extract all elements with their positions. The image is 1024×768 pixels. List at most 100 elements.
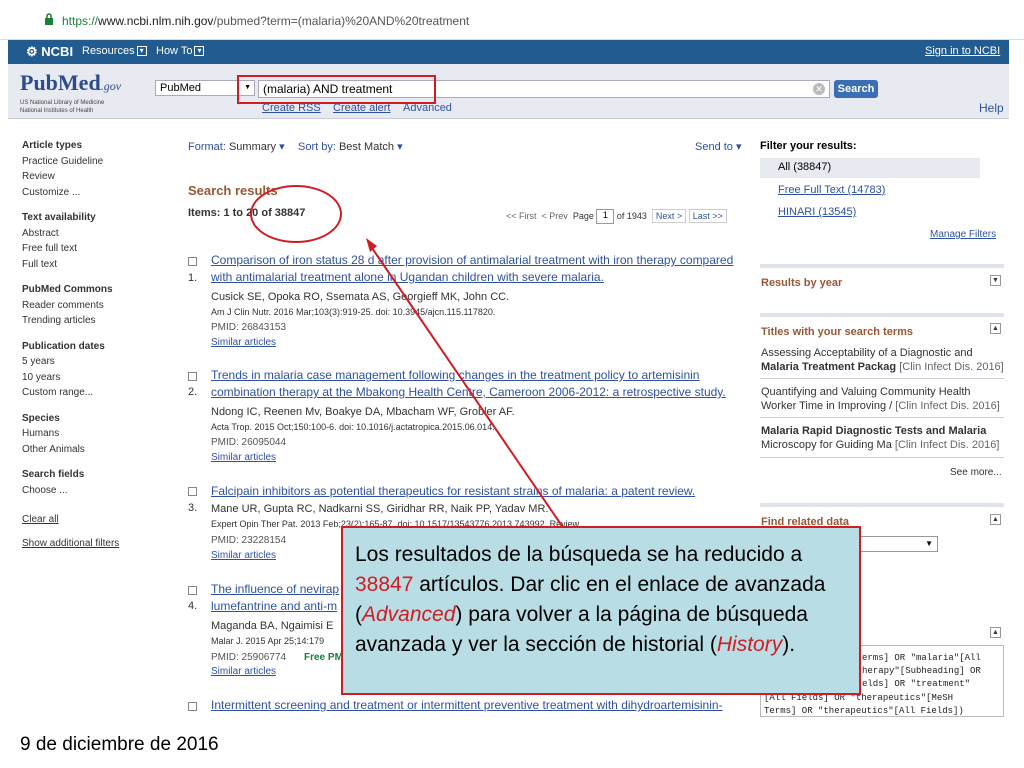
result-checkbox[interactable] [188, 586, 197, 595]
custom-range-link[interactable]: Custom range... [22, 385, 162, 401]
pubmed-logo[interactable]: PubMed.gov [20, 70, 121, 96]
result-checkbox[interactable] [188, 487, 197, 496]
result-citation: Malar J. 2015 Apr 25;14:179 [211, 636, 325, 646]
result-number: 2. [188, 386, 198, 398]
caret-icon: ▾ [397, 141, 403, 153]
titles-heading: Titles with your search terms [761, 326, 914, 338]
filter-full-text[interactable]: Full text [22, 257, 162, 273]
pager-prev[interactable]: < Prev [542, 211, 568, 221]
result-title-link[interactable]: The influence of nevirap lumefantrine and… [211, 581, 341, 615]
similar-articles-link[interactable]: Similar articles [211, 666, 276, 677]
url-text[interactable]: https://www.ncbi.nlm.nih.gov/pubmed?term… [62, 14, 469, 28]
title-with-term-3[interactable]: Malaria Rapid Diagnostic Tests and Malar… [761, 424, 1006, 452]
result-number: 4. [188, 600, 198, 612]
pubmed-commons-heading: PubMed Commons [22, 284, 113, 295]
filter-all[interactable]: All (38847) [760, 158, 980, 178]
caret-icon: ▾ [735, 141, 742, 153]
pager-last[interactable]: Last >> [688, 208, 727, 223]
pager: << First < Prev Page 1 of 1943 Next > La… [506, 208, 727, 224]
show-filters-link[interactable]: Show additional filters [22, 536, 162, 552]
howto-menu[interactable]: How To ▾ [156, 45, 205, 57]
expand-icon[interactable]: ▼ [990, 275, 1001, 286]
sign-in-link[interactable]: Sign in to NCBI [925, 45, 1000, 57]
manage-filters-link[interactable]: Manage Filters [930, 229, 996, 240]
database-dropdown[interactable]: ▼ [858, 536, 938, 552]
species-heading: Species [22, 412, 60, 424]
browser-url-bar: https://www.ncbi.nlm.nih.gov/pubmed?term… [0, 0, 1024, 40]
result-number: 3. [188, 502, 198, 514]
result-title-link[interactable]: Comparison of iron status 28 d after pro… [211, 252, 751, 286]
filter-humans[interactable]: Humans [22, 426, 162, 442]
format-menu[interactable]: Format: Summary ▾ [188, 140, 285, 153]
result-checkbox[interactable] [188, 257, 197, 266]
search-details-line: Terms] OR "therapeutics"[All Fields]) [764, 706, 964, 716]
result-pmid: PMID: 26843153 [211, 322, 287, 333]
dropdown-arrow-icon: ▼ [925, 539, 933, 548]
divider [760, 457, 1004, 458]
send-to-menu[interactable]: Send to ▾ [695, 140, 742, 153]
clear-icon[interactable]: ✕ [813, 83, 825, 95]
lock-icon [45, 13, 53, 25]
search-highlight-box [237, 75, 436, 104]
annotation-callout: Los resultados de la búsqueda se ha redu… [341, 526, 861, 695]
filter-free-full-text[interactable]: Free Full Text (14783) [778, 184, 885, 196]
see-more-link[interactable]: See more... [950, 467, 1002, 478]
choose-fields-link[interactable]: Choose ... [22, 483, 162, 499]
result-title-link[interactable]: Falcipain inhibitors as potential therap… [211, 483, 751, 500]
resources-menu[interactable]: Resources ▾ [82, 45, 147, 57]
search-details-line: erms] OR "malaria"[All [862, 653, 981, 663]
filter-title: Filter your results: [760, 140, 857, 152]
caret-icon: ▾ [279, 141, 285, 153]
filter-abstract[interactable]: Abstract [22, 226, 162, 242]
ncbi-logo[interactable]: ⚙ NCBI [26, 44, 73, 60]
pager-first[interactable]: << First [506, 211, 537, 221]
filter-reader-comments[interactable]: Reader comments [22, 298, 162, 314]
title-with-term-2[interactable]: Quantifying and Valuing Community Health… [761, 385, 1006, 413]
collapse-icon[interactable]: ▲ [990, 323, 1001, 334]
search-details-line: herapy"[Subheading] OR [862, 666, 981, 676]
slide-date: 9 de diciembre de 2016 [20, 734, 219, 755]
ncbi-top-bar: ⚙ NCBI Resources ▾ How To ▾ Sign in to NCB… [8, 40, 1009, 64]
collapse-icon[interactable]: ▲ [990, 514, 1001, 525]
ncbi-icon: ⚙ [26, 44, 42, 59]
divider [760, 264, 1004, 268]
filter-hinari[interactable]: HINARI (13545) [778, 206, 856, 218]
highlight-circle [250, 185, 342, 243]
result-checkbox[interactable] [188, 372, 197, 381]
pager-next[interactable]: Next > [651, 208, 687, 223]
search-button[interactable]: Search [834, 80, 878, 98]
filter-other-animals[interactable]: Other Animals [22, 442, 162, 458]
article-types-heading: Article types [22, 140, 83, 151]
filter-trending[interactable]: Trending articles [22, 313, 162, 329]
customize-link[interactable]: Customize ... [22, 185, 162, 201]
search-fields-heading: Search fields [22, 469, 85, 480]
clear-all-link[interactable]: Clear all [22, 512, 162, 528]
filter-free-full-text[interactable]: Free full text [22, 241, 162, 257]
page-number-input[interactable]: 1 [596, 209, 615, 224]
filter-5-years[interactable]: 5 years [22, 354, 162, 370]
similar-articles-link[interactable]: Similar articles [211, 452, 276, 463]
collapse-icon[interactable]: ▲ [990, 627, 1001, 638]
result-title-link[interactable]: Intermittent screening and treatment or … [211, 697, 751, 714]
result-checkbox[interactable] [188, 702, 197, 711]
filter-practice-guideline[interactable]: Practice Guideline [22, 154, 162, 170]
title-with-term-1[interactable]: Assessing Acceptability of a Diagnostic … [761, 346, 1006, 374]
results-by-year-heading: Results by year [761, 277, 843, 289]
result-authors: Cusick SE, Opoka RO, Ssemata AS, Georgie… [211, 291, 510, 303]
chevron-down-icon: ▾ [136, 46, 147, 57]
free-pmc-badge: Free PM [304, 652, 343, 663]
filter-review[interactable]: Review [22, 169, 162, 185]
similar-articles-link[interactable]: Similar articles [211, 337, 276, 348]
divider [760, 503, 1004, 507]
result-title-link[interactable]: Trends in malaria case management follow… [211, 367, 751, 401]
filter-10-years[interactable]: 10 years [22, 370, 162, 386]
text-availability-heading: Text availability [22, 212, 96, 223]
divider [760, 417, 1004, 418]
chevron-down-icon: ▾ [194, 46, 205, 57]
sort-menu[interactable]: Sort by: Best Match ▾ [298, 140, 403, 153]
result-pmid: PMID: 26095044 [211, 437, 287, 448]
similar-articles-link[interactable]: Similar articles [211, 550, 276, 561]
result-authors: Ndong IC, Reenen Mv, Boakye DA, Mbacham … [211, 406, 515, 418]
help-link[interactable]: Help [979, 101, 1004, 115]
left-filter-nav: Article types Practice Guideline Review … [22, 138, 162, 551]
